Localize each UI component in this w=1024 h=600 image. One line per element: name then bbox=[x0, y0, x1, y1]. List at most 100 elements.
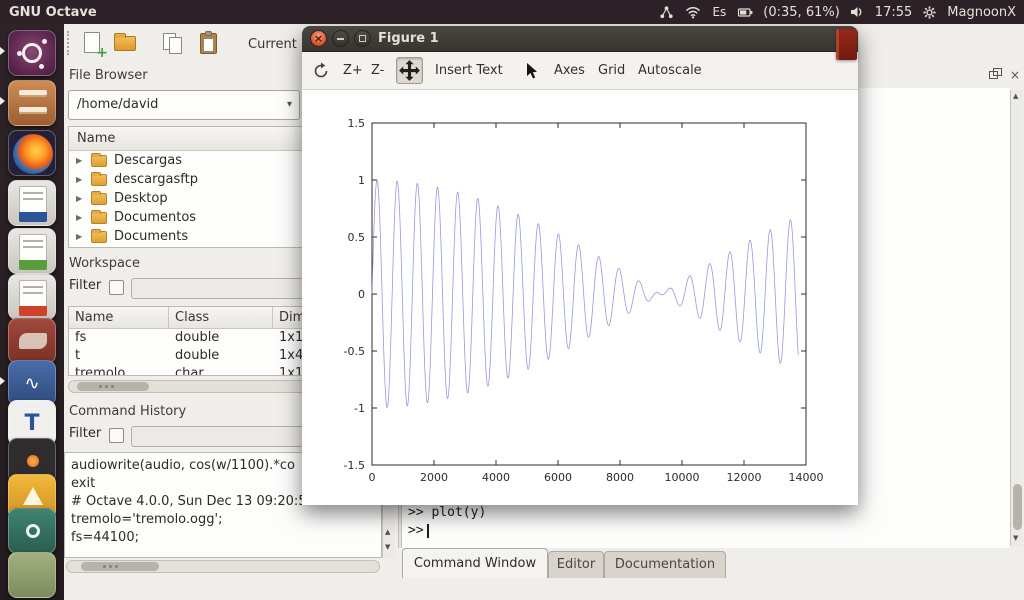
copy-button[interactable] bbox=[160, 30, 186, 56]
system-tray: Es (0:35, 61%) 17:55 MagnoonX bbox=[658, 4, 1024, 21]
filter-label: Filter bbox=[69, 278, 101, 293]
figure-toolbar: Z+ Z- Insert Text Axes Grid Autoscale bbox=[302, 52, 858, 90]
ubuntu-dash-icon[interactable] bbox=[8, 30, 56, 76]
expand-caret-icon[interactable]: ▶ bbox=[76, 151, 82, 170]
gimp-icon[interactable] bbox=[8, 318, 56, 364]
scroll-up-icon[interactable]: ▲ bbox=[385, 528, 390, 536]
libreoffice-calc-icon[interactable] bbox=[8, 228, 56, 274]
folder-icon bbox=[91, 212, 107, 224]
close-widget-icon[interactable]: × bbox=[1010, 68, 1024, 82]
battery-status[interactable]: (0:35, 61%) bbox=[763, 5, 840, 20]
history-entry[interactable]: exit bbox=[71, 475, 95, 493]
svg-text:8000: 8000 bbox=[606, 471, 634, 484]
path-input[interactable]: /home/david▾ bbox=[68, 90, 300, 120]
expand-caret-icon[interactable]: ▶ bbox=[76, 227, 82, 246]
svg-text:2000: 2000 bbox=[420, 471, 448, 484]
scrollbar-thumb[interactable] bbox=[81, 562, 159, 571]
folder-icon bbox=[91, 231, 107, 243]
history-filter-input[interactable] bbox=[131, 426, 331, 447]
file-browser-title: File Browser bbox=[69, 68, 148, 83]
close-button[interactable]: × bbox=[310, 30, 327, 47]
history-entry[interactable]: tremolo='tremolo.ogg'; bbox=[71, 511, 222, 529]
history-entry[interactable]: fs=44100; bbox=[71, 529, 139, 547]
minimize-button[interactable] bbox=[332, 30, 349, 47]
username-menu[interactable]: MagnoonX bbox=[947, 5, 1016, 20]
rotate-icon[interactable] bbox=[311, 61, 331, 85]
workspace-filter-input[interactable] bbox=[131, 278, 331, 299]
insert-text-button[interactable]: Insert Text bbox=[435, 63, 503, 78]
figure-titlebar[interactable]: × Figure 1 bbox=[302, 26, 858, 52]
folder-icon bbox=[91, 174, 107, 186]
wifi-icon[interactable] bbox=[684, 4, 701, 21]
undock-widget-icon[interactable] bbox=[988, 68, 1004, 82]
command-window-vscrollbar[interactable]: ▲ ▼ bbox=[1010, 90, 1023, 546]
svg-text:0.5: 0.5 bbox=[348, 231, 366, 244]
history-filter-checkbox[interactable] bbox=[109, 428, 124, 443]
scroll-up-icon[interactable]: ▲ bbox=[1013, 92, 1018, 100]
volume-icon[interactable] bbox=[849, 4, 866, 21]
maximize-button[interactable] bbox=[354, 30, 371, 47]
keyboard-layout-indicator[interactable]: Es bbox=[710, 5, 728, 19]
folder-icon bbox=[91, 193, 107, 205]
tab-documentation[interactable]: Documentation bbox=[604, 551, 726, 578]
running-indicator-arrow bbox=[0, 47, 5, 55]
command-prompt[interactable]: >> bbox=[408, 523, 429, 538]
pan-arrows-icon bbox=[399, 60, 420, 81]
command-line: >> plot(y) bbox=[408, 505, 486, 520]
history-entry[interactable]: audiowrite(audio, cos(w/1100).*co bbox=[71, 457, 295, 475]
indicator-icon[interactable] bbox=[658, 4, 675, 21]
libreoffice-impress-icon[interactable] bbox=[8, 274, 56, 320]
plot-area[interactable]: 02000400060008000100001200014000-1.5-1-0… bbox=[302, 90, 858, 505]
clock[interactable]: 17:55 bbox=[875, 5, 912, 20]
history-hscrollbar[interactable] bbox=[66, 560, 380, 573]
libreoffice-writer-icon[interactable] bbox=[8, 180, 56, 226]
filter-label: Filter bbox=[69, 426, 101, 441]
text-cursor bbox=[427, 524, 429, 538]
toolbar-drag-handle[interactable] bbox=[67, 31, 69, 55]
trash-icon[interactable] bbox=[8, 552, 56, 598]
pan-button[interactable] bbox=[396, 57, 423, 84]
files-icon[interactable] bbox=[8, 80, 56, 126]
svg-text:6000: 6000 bbox=[544, 471, 572, 484]
grid-button[interactable]: Grid bbox=[598, 63, 625, 78]
svg-text:4000: 4000 bbox=[482, 471, 510, 484]
bottom-tabbar: Command Window Editor Documentation bbox=[398, 548, 1024, 578]
session-gear-icon[interactable] bbox=[921, 4, 938, 21]
window-title: GNU Octave bbox=[0, 5, 97, 20]
system-settings-icon[interactable] bbox=[8, 508, 56, 554]
open-file-button[interactable] bbox=[112, 30, 138, 56]
workspace-filter-checkbox[interactable] bbox=[109, 280, 124, 295]
figure-window: × Figure 1 Z+ Z- Insert Text Axes Grid A… bbox=[302, 26, 858, 505]
expand-caret-icon[interactable]: ▶ bbox=[76, 170, 82, 189]
firefox-icon[interactable] bbox=[8, 130, 56, 176]
history-filter-row: Filter bbox=[69, 426, 101, 446]
column-header-name[interactable]: Name bbox=[69, 307, 169, 328]
svg-text:14000: 14000 bbox=[789, 471, 824, 484]
svg-text:1.5: 1.5 bbox=[348, 117, 366, 130]
tab-command-window[interactable]: Command Window bbox=[402, 548, 548, 578]
column-header-class[interactable]: Class bbox=[169, 307, 273, 328]
expand-caret-icon[interactable]: ▶ bbox=[76, 208, 82, 227]
zoom-out-button[interactable]: Z- bbox=[371, 63, 384, 78]
tab-editor[interactable]: Editor bbox=[548, 551, 604, 578]
battery-icon[interactable] bbox=[737, 4, 754, 21]
command-history-title: Command History bbox=[69, 404, 186, 419]
history-entry[interactable]: # Octave 4.0.0, Sun Dec 13 09:20:5 bbox=[71, 493, 307, 511]
expand-caret-icon[interactable]: ▶ bbox=[76, 189, 82, 208]
svg-text:0: 0 bbox=[358, 288, 365, 301]
scrollbar-thumb[interactable] bbox=[1013, 484, 1022, 530]
figure-title: Figure 1 bbox=[378, 31, 439, 46]
cursor-icon[interactable] bbox=[524, 62, 538, 84]
scrollbar-thumb[interactable] bbox=[77, 382, 149, 391]
top-panel: GNU Octave Es (0:35, 61%) 17:55 MagnoonX bbox=[0, 0, 1024, 24]
scroll-down-icon[interactable]: ▼ bbox=[1013, 534, 1018, 542]
paste-button[interactable] bbox=[196, 30, 222, 56]
zoom-in-button[interactable]: Z+ bbox=[343, 63, 363, 78]
scroll-down-icon[interactable]: ▼ bbox=[385, 543, 390, 551]
new-script-button[interactable]: + bbox=[80, 30, 106, 56]
axes-button[interactable]: Axes bbox=[554, 63, 585, 78]
red-book-icon[interactable] bbox=[836, 29, 857, 60]
svg-text:-1: -1 bbox=[354, 402, 365, 415]
svg-text:-0.5: -0.5 bbox=[344, 345, 365, 358]
autoscale-button[interactable]: Autoscale bbox=[638, 63, 702, 78]
